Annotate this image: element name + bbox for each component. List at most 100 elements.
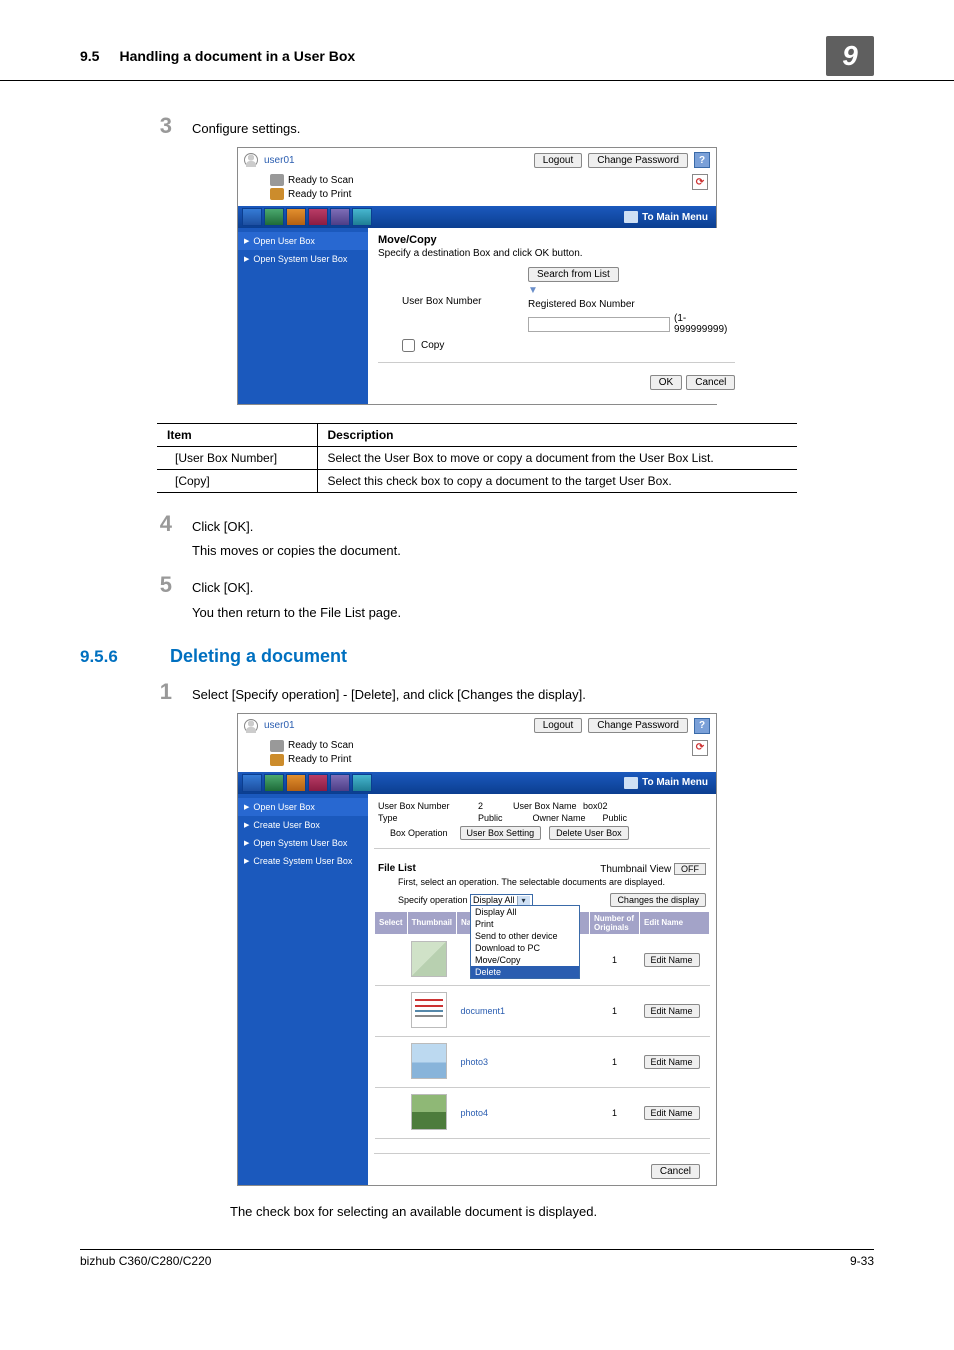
option-download[interactable]: Download to PC (471, 942, 579, 954)
ready-scan-label: Ready to Scan (288, 740, 354, 751)
panel-desc: Specify a destination Box and click OK b… (378, 248, 735, 259)
nav-create-user-box[interactable]: ▶Create User Box (238, 816, 368, 834)
item-description-table: Item Description [User Box Number] Selec… (157, 423, 797, 493)
edit-name-button[interactable]: Edit Name (644, 953, 700, 967)
toolbar-icon[interactable] (286, 774, 306, 792)
section-number: 9.5 (80, 48, 99, 64)
search-from-list-button[interactable]: Search from List (528, 267, 619, 282)
copy-checkbox[interactable] (402, 339, 415, 352)
section-title: Handling a document in a User Box (119, 48, 355, 64)
thumbnail-icon (411, 941, 447, 977)
user-icon (244, 719, 258, 733)
option-send[interactable]: Send to other device (471, 930, 579, 942)
changes-display-button[interactable]: Changes the display (610, 893, 706, 907)
specify-operation-label: Specify operation (378, 895, 468, 905)
main-menu-icon (624, 777, 638, 789)
file-row: photo3 1 Edit Name (375, 1036, 710, 1087)
side-nav: ▶Open User Box ▶Open System User Box (238, 228, 368, 404)
num-originals: 1 (590, 934, 640, 985)
scanner-icon (270, 174, 284, 186)
nav-open-user-box[interactable]: ▶Open User Box (238, 798, 368, 816)
box-operation-label: Box Operation (378, 826, 456, 840)
toolbar-icon[interactable] (352, 208, 372, 226)
toolbar-icon[interactable] (352, 774, 372, 792)
option-display-all[interactable]: Display All (471, 906, 579, 918)
scanner-icon (270, 740, 284, 752)
printer-icon (270, 754, 284, 766)
option-delete[interactable]: Delete (471, 966, 579, 978)
screenshot-move-copy: user01 Logout Change Password ? Ready to… (237, 147, 717, 405)
option-move-copy[interactable]: Move/Copy (471, 954, 579, 966)
thumbnail-view-label: Thumbnail View (600, 864, 671, 875)
step-subtext: This moves or copies the document. (192, 542, 401, 560)
thumbnail-toggle-button[interactable]: OFF (674, 863, 706, 875)
refresh-icon[interactable]: ⟳ (692, 174, 708, 190)
panel-title: Move/Copy (378, 234, 735, 246)
toolbar-icon[interactable] (308, 774, 328, 792)
footer-model: bizhub C360/C280/C220 (80, 1254, 211, 1268)
nav-open-system-user-box[interactable]: ▶Open System User Box (238, 250, 368, 268)
step-text: Click [OK]. (192, 579, 401, 597)
to-main-menu-button[interactable]: To Main Menu (616, 206, 716, 228)
delete-user-box-button[interactable]: Delete User Box (549, 826, 629, 840)
ready-print-label: Ready to Print (288, 754, 351, 765)
step-number: 5 (150, 572, 172, 598)
th-thumbnail: Thumbnail (407, 911, 456, 934)
body-text: The check box for selecting an available… (230, 1204, 874, 1219)
option-print[interactable]: Print (471, 918, 579, 930)
to-main-label: To Main Menu (642, 777, 708, 788)
box-number-input[interactable] (528, 317, 670, 332)
chevron-down-icon: ▾ (517, 896, 530, 905)
ok-button[interactable]: OK (650, 375, 682, 390)
username: user01 (264, 155, 295, 166)
file-list-label: File List (378, 863, 416, 874)
nav-open-system-user-box[interactable]: ▶Open System User Box (238, 834, 368, 852)
help-icon[interactable]: ? (694, 152, 710, 168)
toolbar-icon[interactable] (264, 208, 284, 226)
ready-scan-label: Ready to Scan (288, 175, 354, 186)
th-edit-name: Edit Name (640, 911, 710, 934)
range-hint: (1-999999999) (674, 313, 735, 335)
logout-button[interactable]: Logout (534, 153, 583, 168)
num-originals: 1 (590, 1036, 640, 1087)
user-box-setting-button[interactable]: User Box Setting (460, 826, 542, 840)
nav-create-system-user-box[interactable]: ▶Create System User Box (238, 852, 368, 870)
step-number: 1 (150, 679, 172, 705)
table-row: [User Box Number] Select the User Box to… (157, 447, 797, 470)
logout-button[interactable]: Logout (534, 718, 583, 733)
change-password-button[interactable]: Change Password (588, 718, 688, 733)
ubname-val: box02 (583, 801, 608, 811)
toolbar-icon[interactable] (264, 774, 284, 792)
document-name-link[interactable]: photo3 (461, 1057, 489, 1067)
toolbar-icon[interactable] (308, 208, 328, 226)
dropdown-arrow-icon: ▼ (528, 285, 538, 296)
document-name-link[interactable]: document1 (461, 1006, 506, 1016)
edit-name-button[interactable]: Edit Name (644, 1106, 700, 1120)
ubn-key: User Box Number (378, 801, 478, 811)
refresh-icon[interactable]: ⟳ (692, 740, 708, 756)
cancel-button[interactable]: Cancel (686, 375, 735, 390)
toolbar-icon[interactable] (330, 208, 350, 226)
cancel-button[interactable]: Cancel (651, 1164, 700, 1179)
nav-open-user-box[interactable]: ▶Open User Box (238, 232, 368, 250)
toolbar-icon[interactable] (242, 774, 262, 792)
side-nav: ▶Open User Box ▶Create User Box ▶Open Sy… (238, 794, 368, 1185)
toolbar-icon[interactable] (242, 208, 262, 226)
specify-operation-dropdown: Display All Print Send to other device D… (470, 905, 580, 979)
edit-name-button[interactable]: Edit Name (644, 1004, 700, 1018)
registered-box-label: Registered Box Number (528, 299, 635, 310)
toolbar-icon[interactable] (286, 208, 306, 226)
step-number: 3 (150, 113, 172, 139)
user-icon (244, 153, 258, 167)
specify-operation-select[interactable]: Display All▾ Display All Print Send to o… (470, 894, 533, 906)
help-icon[interactable]: ? (694, 718, 710, 734)
th-item: Item (157, 424, 317, 447)
document-name-link[interactable]: photo4 (461, 1108, 489, 1118)
to-main-menu-button[interactable]: To Main Menu (616, 772, 716, 794)
toolbar-icon[interactable] (330, 774, 350, 792)
file-row: document1 1 Edit Name (375, 985, 710, 1036)
th-num-originals: Number of Originals (590, 911, 640, 934)
change-password-button[interactable]: Change Password (588, 153, 688, 168)
edit-name-button[interactable]: Edit Name (644, 1055, 700, 1069)
owner-key: Owner Name (533, 813, 603, 823)
